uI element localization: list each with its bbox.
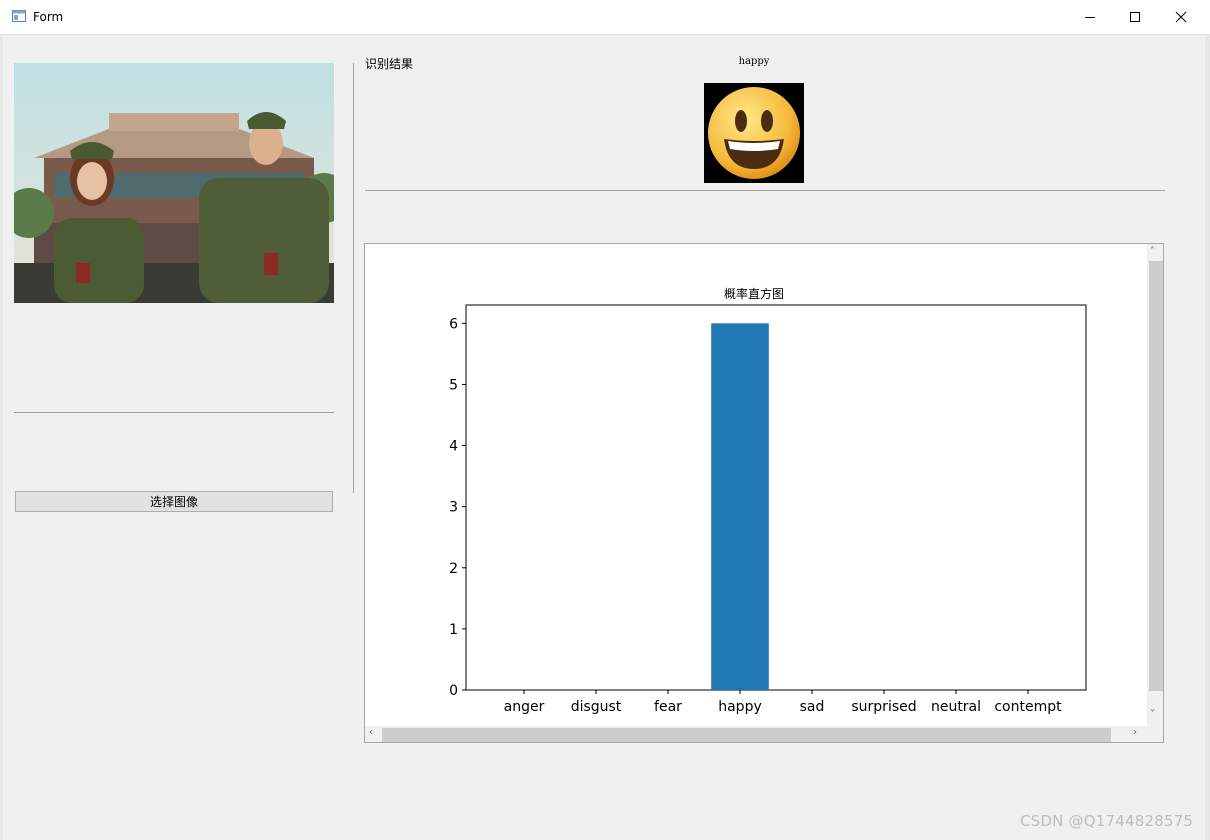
right-divider: [365, 190, 1165, 191]
scroll-down-arrow-icon[interactable]: ˅: [1150, 710, 1155, 720]
scroll-corner: [1147, 726, 1163, 742]
y-axis: 0 1 2 3 4 5 6: [449, 316, 466, 699]
vertical-divider: [353, 63, 354, 493]
selected-image: [14, 63, 334, 303]
horizontal-scroll-thumb[interactable]: [382, 728, 1111, 742]
y-tick-label: 2: [449, 561, 458, 577]
x-tick-label-contempt: contempt: [994, 699, 1062, 715]
window-frame-left: [0, 34, 3, 840]
emotion-result-text: happy: [738, 56, 770, 67]
y-tick-label: 3: [449, 500, 458, 516]
bar-happy: [711, 323, 769, 690]
maximize-icon: [1130, 12, 1140, 22]
app-window-icon: [12, 10, 26, 22]
left-divider: [14, 412, 334, 413]
x-tick-label-happy: happy: [718, 699, 762, 715]
result-label: 识别结果: [365, 57, 414, 71]
minimize-button[interactable]: [1067, 0, 1113, 34]
scroll-up-arrow-icon[interactable]: ˄: [1150, 247, 1155, 257]
form-window: Form 选择图像 识别结果 happy 概率直方图 0 1 2 3 4 5 6…: [0, 0, 1210, 840]
x-tick-label-surprised: surprised: [851, 699, 916, 715]
title-bar[interactable]: Form: [0, 0, 1210, 35]
scroll-right-arrow-icon[interactable]: ›: [1133, 728, 1137, 738]
minimize-icon: [1085, 17, 1095, 18]
select-image-button[interactable]: 选择图像: [15, 491, 333, 512]
smiley-face-icon: [708, 87, 800, 179]
y-tick-label: 5: [449, 377, 458, 393]
histogram-chart: 概率直方图 0 1 2 3 4 5 6 anger disgust fear happy sad su…: [449, 286, 1087, 715]
plot-frame: [465, 304, 1087, 691]
vertical-scrollbar[interactable]: ˄ ˅: [1147, 244, 1163, 726]
scroll-left-arrow-icon[interactable]: ‹: [369, 728, 373, 738]
chart-title: 概率直方图: [724, 286, 784, 301]
y-tick-label: 4: [449, 439, 458, 455]
x-tick-label-neutral: neutral: [931, 699, 981, 715]
bar-group: [711, 323, 769, 690]
x-tick-label-fear: fear: [654, 699, 682, 715]
x-tick-label-anger: anger: [504, 699, 545, 715]
x-tick-label-sad: sad: [800, 699, 825, 715]
close-button[interactable]: [1158, 0, 1204, 34]
histogram-scroll-area[interactable]: 概率直方图 0 1 2 3 4 5 6 anger disgust fear happy sad su…: [364, 243, 1164, 743]
y-tick-label: 0: [449, 683, 458, 699]
x-axis: anger disgust fear happy sad surprised neutral…: [504, 690, 1062, 715]
y-tick-label: 6: [449, 316, 458, 332]
horizontal-scrollbar[interactable]: ‹ ›: [365, 726, 1147, 742]
x-tick-label-disgust: disgust: [571, 699, 622, 715]
emotion-emoji-image: [704, 83, 804, 183]
photo-illustration: [14, 63, 334, 303]
window-frame-right: [1205, 34, 1210, 840]
window-title: Form: [33, 10, 64, 24]
watermark-text: CSDN @Q1744828575: [1020, 812, 1194, 830]
maximize-button[interactable]: [1112, 0, 1158, 34]
vertical-scroll-thumb[interactable]: [1149, 261, 1163, 691]
close-icon: [1175, 11, 1187, 23]
y-tick-label: 1: [449, 622, 458, 638]
